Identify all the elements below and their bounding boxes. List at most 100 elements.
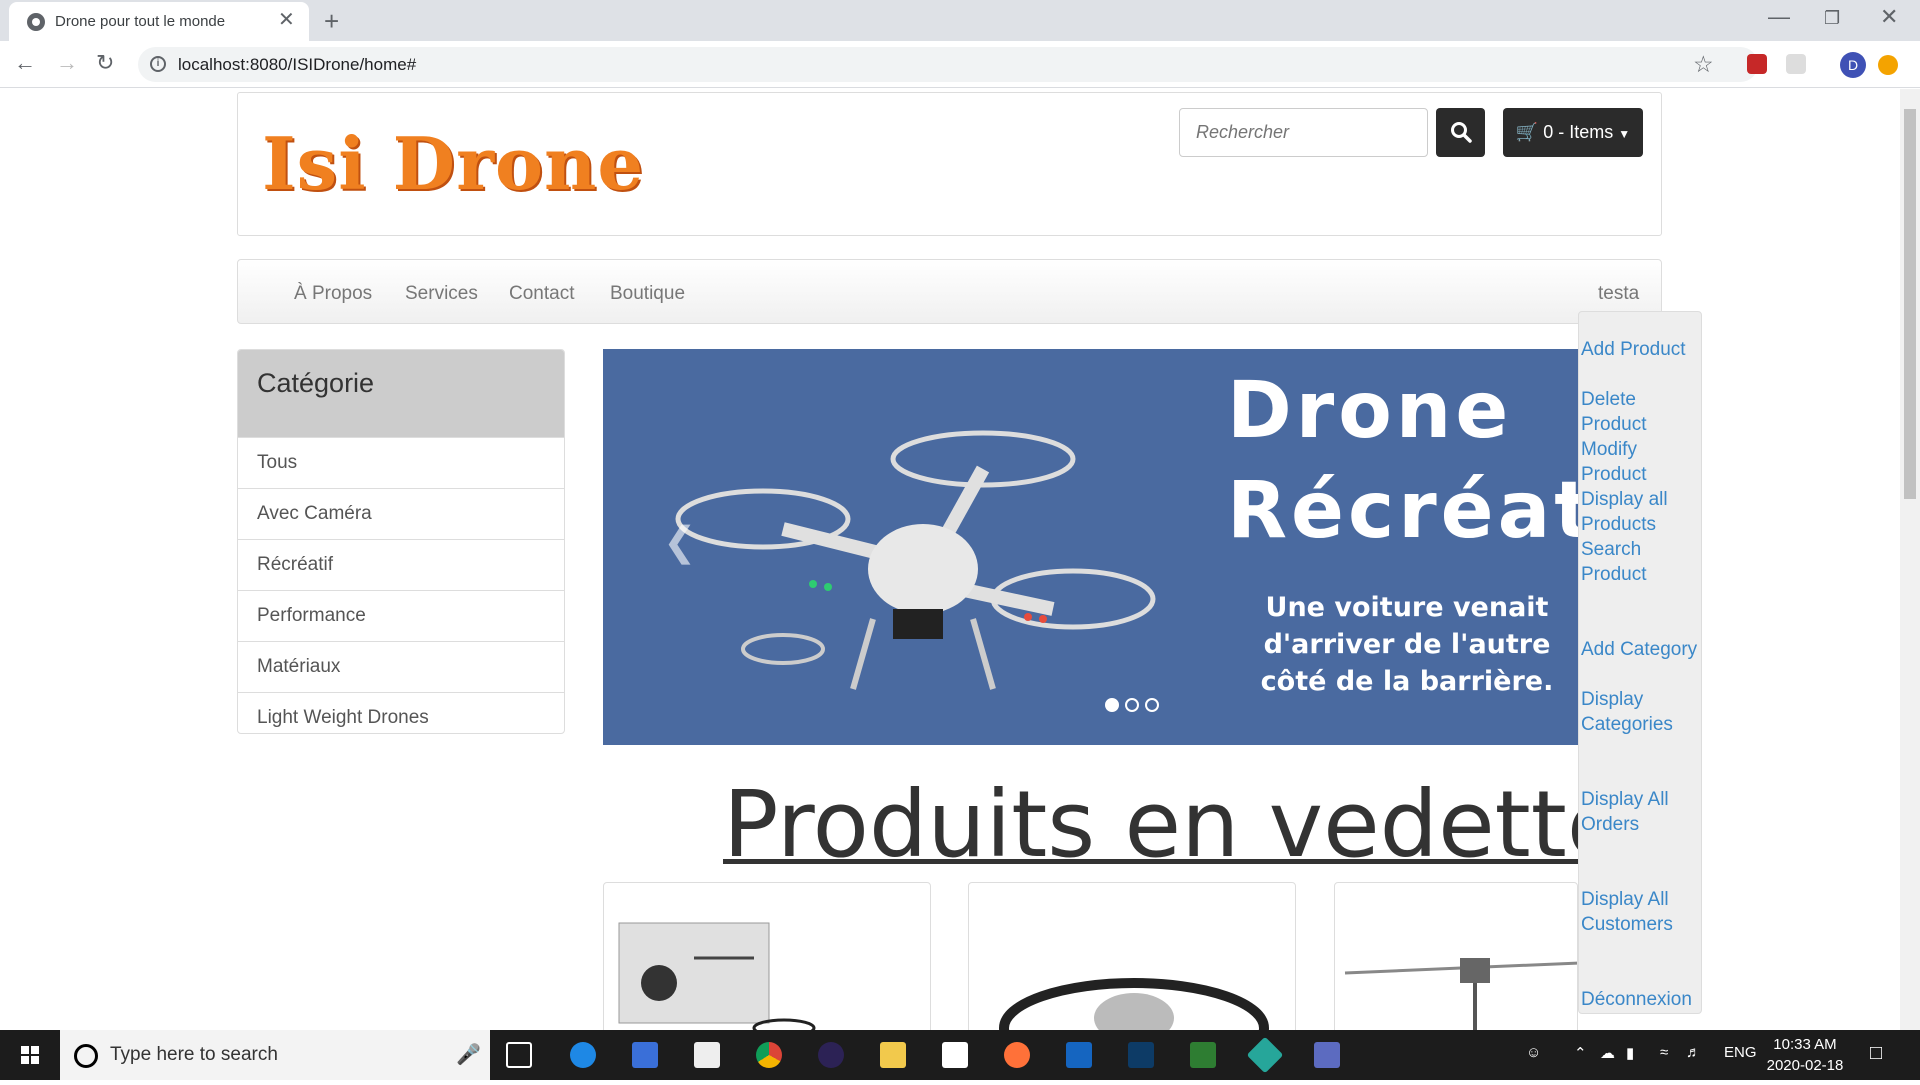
calculator-icon[interactable]: [942, 1042, 968, 1068]
globe-icon: [27, 13, 45, 31]
notification-icon[interactable]: □: [1870, 1042, 1882, 1065]
product-image: [999, 978, 1269, 1030]
forward-icon[interactable]: →: [56, 50, 78, 76]
document-icon[interactable]: [1066, 1042, 1092, 1068]
bookmark-star-icon[interactable]: ☆: [1693, 51, 1714, 78]
nav-link-contact[interactable]: Contact: [509, 283, 574, 305]
carousel-headline-line1: Drone: [1227, 366, 1513, 456]
menu-item-logout[interactable]: Déconnexion: [1581, 987, 1699, 1012]
menu-item-add-category[interactable]: Add Category: [1581, 637, 1699, 662]
category-item[interactable]: Tous: [238, 437, 564, 488]
carousel-headline: Drone Récréatif: [1227, 361, 1578, 561]
minimize-icon[interactable]: —: [1768, 4, 1790, 30]
network-app-icon[interactable]: [1314, 1042, 1340, 1068]
page-scrollbar[interactable]: [1900, 89, 1920, 1030]
mail-icon[interactable]: [694, 1042, 720, 1068]
spreadsheet-icon[interactable]: [1190, 1042, 1216, 1068]
category-item[interactable]: Matériaux: [238, 641, 564, 692]
product-card[interactable]: [968, 882, 1296, 1030]
featured-title: Produits en vedette: [723, 771, 1624, 878]
menu-item-display-all-products[interactable]: Display all Products: [1581, 487, 1699, 537]
caret-down-icon: ▼: [1618, 127, 1631, 141]
menu-item-add-product[interactable]: Add Product: [1581, 337, 1699, 362]
user-menu-toggle[interactable]: testa: [1598, 283, 1639, 305]
wifi-icon[interactable]: ≈: [1660, 1044, 1668, 1061]
taskbar-search-box[interactable]: Type here to search 🎤: [60, 1030, 490, 1080]
task-view-icon[interactable]: [506, 1042, 532, 1068]
product-image: [1344, 958, 1577, 1030]
menu-item-search-product[interactable]: Search Product: [1581, 537, 1699, 587]
search-button[interactable]: [1436, 108, 1485, 157]
carousel-caption-line3: côté de la barrière.: [1260, 666, 1554, 697]
page-content: Isi Drone 🛒 0 - Items ▼ À Propos Service…: [0, 89, 1900, 1030]
carousel-caption-line1: Une voiture venait: [1265, 592, 1549, 623]
url-text[interactable]: localhost:8080/ISIDrone/home#: [178, 55, 416, 75]
site-logo[interactable]: Isi Drone: [262, 121, 644, 206]
taskbar-clock[interactable]: 10:33 AM 2020-02-18: [1760, 1034, 1850, 1076]
people-icon[interactable]: ☺: [1526, 1044, 1541, 1061]
edge-icon[interactable]: [570, 1042, 596, 1068]
eclipse-icon[interactable]: [818, 1042, 844, 1068]
info-icon[interactable]: i: [150, 56, 166, 72]
clock-date: 2020-02-18: [1766, 1057, 1844, 1074]
category-title: Catégorie: [257, 368, 375, 398]
onedrive-icon[interactable]: ☁: [1600, 1044, 1615, 1062]
carousel-indicator[interactable]: [1125, 698, 1139, 712]
windows-taskbar: Type here to search 🎤 ☺ ⌃ ☁ ▮ ≈ ♬ ENG 10…: [0, 1030, 1920, 1080]
reload-icon[interactable]: ↻: [96, 50, 114, 76]
carousel-indicator[interactable]: [1145, 698, 1159, 712]
battery-icon[interactable]: ▮: [1626, 1044, 1634, 1062]
restore-icon[interactable]: ❐: [1824, 8, 1840, 29]
app-icon[interactable]: [1246, 1036, 1284, 1074]
category-item[interactable]: Avec Caméra: [238, 488, 564, 539]
nav-link-boutique[interactable]: Boutique: [610, 283, 685, 305]
taskbar-search-text: Type here to search: [110, 1044, 278, 1065]
hero-carousel: Drone Récréatif Une voiture venait d'arr…: [603, 349, 1578, 745]
windows-logo-icon: [21, 1046, 39, 1064]
carousel-prev-icon[interactable]: ❮: [663, 519, 697, 565]
menu-item-delete-product[interactable]: Delete Product: [1581, 387, 1699, 437]
carousel-indicator[interactable]: [1105, 698, 1119, 712]
menu-item-display-all-orders[interactable]: Display All Orders: [1581, 787, 1699, 837]
close-window-icon[interactable]: ✕: [1880, 4, 1898, 30]
menu-item-display-all-customers[interactable]: Display All Customers: [1581, 887, 1699, 937]
update-icon[interactable]: [1878, 55, 1898, 75]
category-item[interactable]: Light Weight Drones: [238, 692, 564, 733]
product-card[interactable]: [603, 882, 931, 1030]
extension-icon[interactable]: [1786, 54, 1806, 74]
cart-icon: 🛒: [1515, 122, 1539, 142]
tab-close-icon[interactable]: ✕: [278, 10, 295, 30]
address-bar[interactable]: i localhost:8080/ISIDrone/home# ☆: [138, 47, 1758, 82]
category-panel: Catégorie Tous Avec Caméra Récréatif Per…: [237, 349, 565, 734]
chrome-icon[interactable]: [756, 1042, 782, 1068]
volume-icon[interactable]: ♬: [1686, 1044, 1701, 1061]
category-item[interactable]: Récréatif: [238, 539, 564, 590]
cart-label: 0 - Items: [1543, 122, 1614, 142]
menu-item-modify-product[interactable]: Modify Product: [1581, 437, 1699, 487]
new-tab-button[interactable]: +: [324, 6, 339, 37]
store-icon[interactable]: [632, 1042, 658, 1068]
mysql-icon[interactable]: [1128, 1042, 1154, 1068]
extension-icon[interactable]: [1747, 54, 1767, 74]
scrollbar-thumb[interactable]: [1904, 109, 1916, 499]
nav-link-services[interactable]: Services: [405, 283, 478, 305]
profile-avatar[interactable]: D: [1840, 52, 1866, 78]
back-icon[interactable]: ←: [14, 50, 36, 76]
search-input[interactable]: [1179, 108, 1428, 157]
tray-chevron-icon[interactable]: ⌃: [1574, 1044, 1587, 1062]
cart-dropdown-button[interactable]: 🛒 0 - Items ▼: [1503, 108, 1643, 157]
firefox-icon[interactable]: [1004, 1042, 1030, 1068]
clock-time: 10:33 AM: [1773, 1036, 1837, 1053]
language-indicator[interactable]: ENG: [1724, 1044, 1757, 1061]
microphone-icon[interactable]: 🎤: [456, 1042, 481, 1067]
category-item[interactable]: Performance: [238, 590, 564, 641]
nav-link-apropos[interactable]: À Propos: [294, 283, 372, 305]
menu-item-display-categories[interactable]: Display Categories: [1581, 687, 1699, 737]
start-button[interactable]: [0, 1030, 60, 1080]
product-card[interactable]: [1334, 882, 1578, 1030]
file-explorer-icon[interactable]: [880, 1042, 906, 1068]
browser-tab[interactable]: Drone pour tout le monde ✕: [9, 2, 309, 41]
carousel-caption: Une voiture venait d'arriver de l'autre …: [1257, 589, 1557, 700]
cortana-icon: [74, 1044, 98, 1068]
tab-title: Drone pour tout le monde: [55, 13, 226, 30]
